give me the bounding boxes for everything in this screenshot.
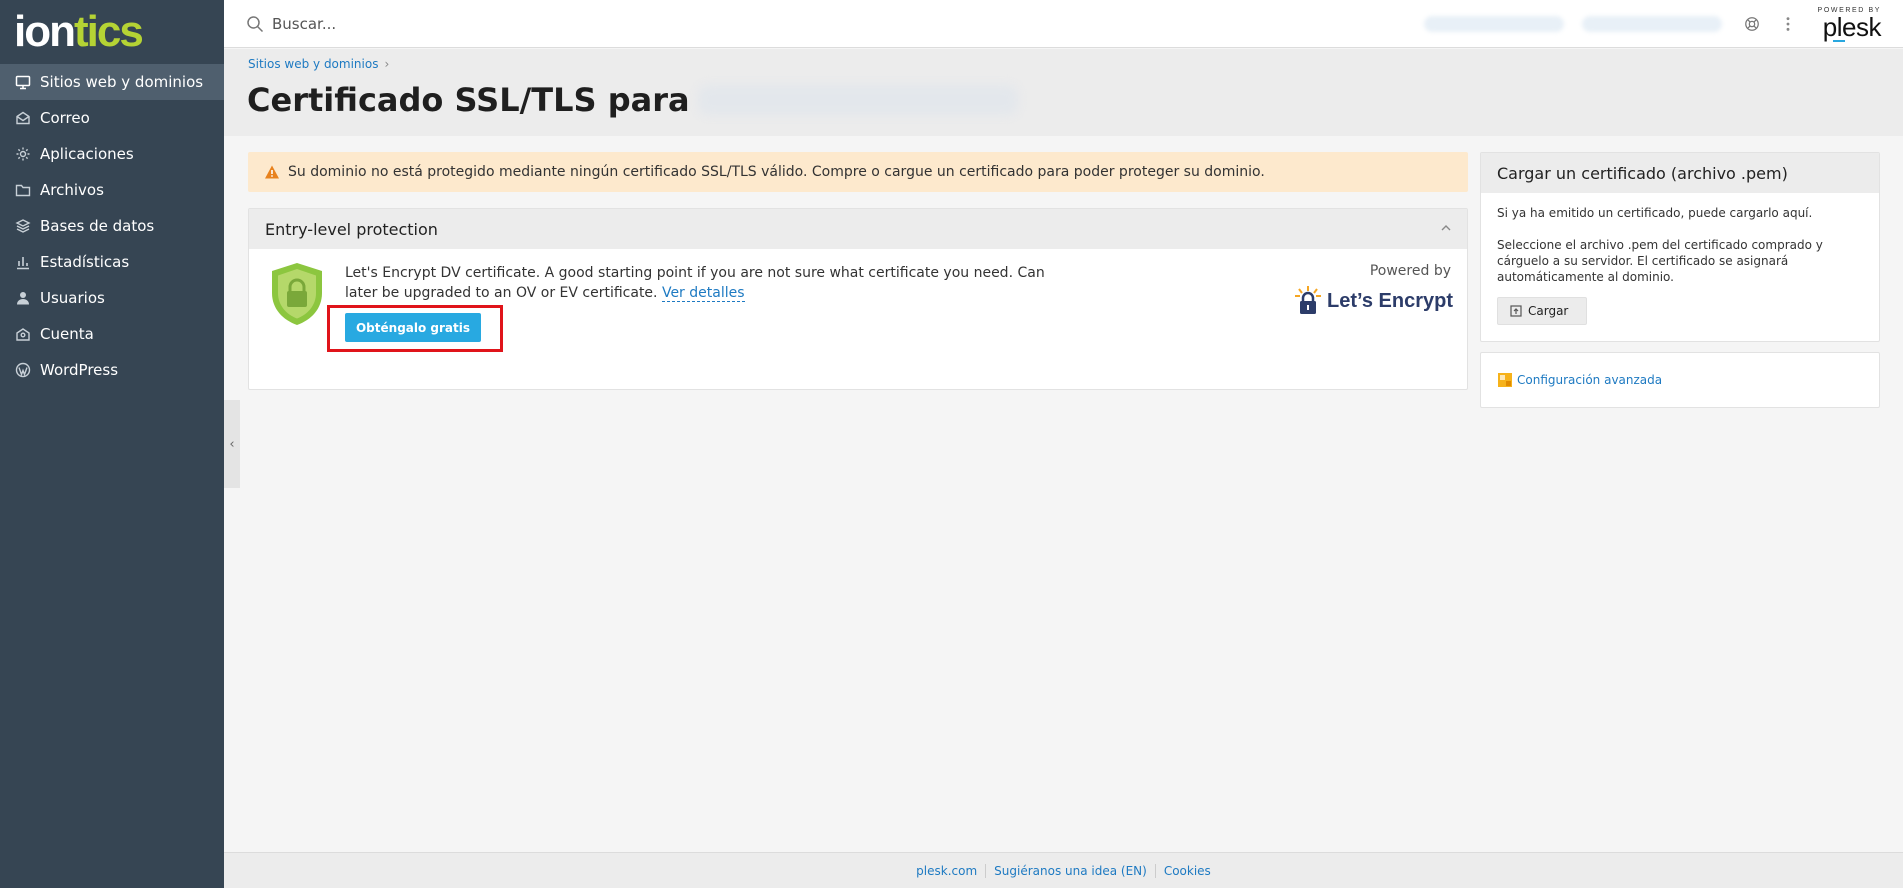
upload-certificate-card: Cargar un certificado (archivo .pem) Si … [1480,152,1880,342]
folder-icon [14,181,32,199]
lets-encrypt-lock-icon [1295,286,1322,314]
shield-lock-icon [272,263,322,325]
wordpress-icon [14,361,32,379]
entry-level-protection-panel: Entry-level protection Let's Encrypt DV … [248,208,1468,390]
database-icon [14,217,32,235]
advanced-settings-link[interactable]: Configuración avanzada [1517,373,1662,387]
right-column: Cargar un certificado (archivo .pem) Si … [1480,152,1880,408]
breadcrumb: Sitios web y dominios › [248,57,389,71]
sidebar-item-files[interactable]: Archivos [0,172,224,208]
more-options-icon[interactable] [1776,12,1800,36]
footer: plesk.com Sugiéranos una idea (EN) Cooki… [224,852,1903,888]
chevron-left-icon: ‹ [229,436,235,452]
sidebar-item-label: Sitios web y dominios [40,73,204,91]
upload-card-body: Si ya ha emitido un certificado, puede c… [1481,193,1879,341]
upload-button[interactable]: Cargar [1497,297,1587,325]
blurred-account-info-2 [1581,15,1722,32]
sidebar-item-label: Estadísticas [40,253,130,271]
footer-link-suggest-idea[interactable]: Sugiéranos una idea (EN) [986,864,1155,878]
account-icon [14,325,32,343]
lets-encrypt-wordmark: Let’s Encrypt [1327,289,1453,312]
mail-icon [14,109,32,127]
sidebar-item-wordpress[interactable]: WordPress [0,352,224,388]
sidebar-item-label: Bases de datos [40,217,155,235]
top-bar-right: POWERED BY plesk [1423,0,1903,48]
sidebar-collapse-handle[interactable]: ‹ [224,400,240,488]
search-icon [247,15,264,32]
sidebar-item-label: Usuarios [40,289,105,307]
ssl-warning-message: Su dominio no está protegido mediante ni… [248,152,1468,192]
warning-icon [265,165,279,179]
page-header: Sitios web y dominios › Certificado SSL/… [224,49,1903,136]
help-icon[interactable] [1740,12,1764,36]
footer-link-cookies[interactable]: Cookies [1156,864,1219,878]
sidebar-item-label: WordPress [40,361,119,379]
gear-icon [14,145,32,163]
powered-by-label: Powered by [1369,263,1451,279]
sidebar-item-applications[interactable]: Aplicaciones [0,136,224,172]
footer-link-plesk[interactable]: plesk.com [908,864,985,878]
page-title-text: Certificado SSL/TLS para [247,81,690,119]
iontics-logo[interactable]: ion tics [0,0,224,64]
bar-chart-icon [14,253,32,271]
panel-header[interactable]: Entry-level protection [249,209,1467,249]
page-title: Certificado SSL/TLS para [247,81,1018,119]
lets-encrypt-description: Let's Encrypt DV certificate. A good sta… [345,263,1065,303]
sidebar-item-users[interactable]: Usuarios [0,280,224,316]
chevron-up-icon[interactable] [1439,221,1453,235]
upload-icon [1510,305,1522,317]
upload-card-title: Cargar un certificado (archivo .pem) [1481,153,1879,193]
warning-text: Su dominio no está protegido mediante ni… [288,164,1265,180]
sidebar: ion tics Sitios web y dominios Correo Apl… [0,0,224,888]
logo-part-ion: ion [14,7,76,56]
panel-title: Entry-level protection [265,219,438,239]
sidebar-item-account[interactable]: Cuenta [0,316,224,352]
sidebar-item-label: Cuenta [40,325,94,343]
blurred-account-info [1423,15,1564,32]
advanced-settings-card: Configuración avanzada [1480,352,1880,408]
monitor-icon [14,73,32,91]
plesk-brand: plesk [1822,12,1882,42]
sidebar-item-websites[interactable]: Sitios web y dominios [0,64,224,100]
view-details-link[interactable]: Ver detalles [661,285,745,302]
user-icon [14,289,32,307]
lets-encrypt-logo: Let’s Encrypt [1293,285,1453,317]
breadcrumb-separator-icon: › [384,57,390,71]
main-nav: Sitios web y dominios Correo Aplicacione… [0,64,224,388]
upload-card-text-1: Si ya ha emitido un certificado, puede c… [1497,206,1813,220]
main-content: Su dominio no está protegido mediante ni… [248,152,1468,390]
top-bar: POWERED BY plesk [224,0,1903,48]
search-box [246,14,846,33]
search-input[interactable] [272,14,772,33]
breadcrumb-websites-link[interactable]: Sitios web y dominios [248,57,378,71]
get-free-button[interactable]: Obténgalo gratis [345,313,481,342]
sidebar-item-mail[interactable]: Correo [0,100,224,136]
sidebar-item-databases[interactable]: Bases de datos [0,208,224,244]
sidebar-item-label: Archivos [40,181,104,199]
upload-card-text-2: Seleccione el archivo .pem del certifica… [1497,238,1823,284]
sidebar-item-label: Correo [40,109,90,127]
logo-part-tics: tics [73,7,144,56]
sidebar-item-statistics[interactable]: Estadísticas [0,244,224,280]
sidebar-item-label: Aplicaciones [40,145,134,163]
plesk-logo[interactable]: POWERED BY plesk [1818,7,1882,42]
upload-button-label: Cargar [1528,304,1569,318]
advanced-settings-icon [1498,373,1512,387]
blurred-domain-name [697,85,1018,115]
